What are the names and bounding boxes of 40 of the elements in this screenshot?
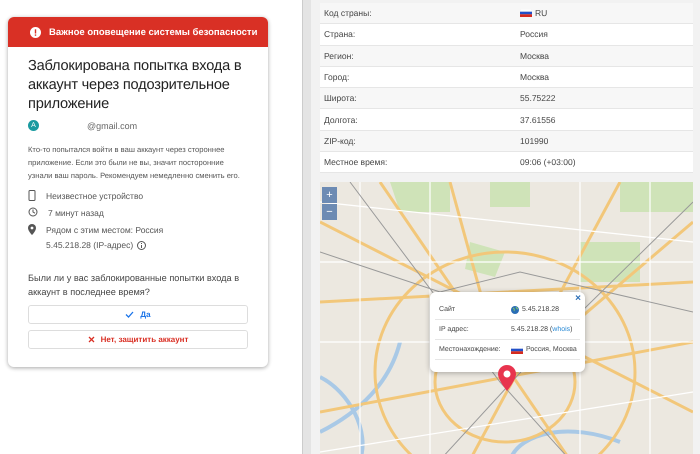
zoom-out-button[interactable]: − [322,204,337,220]
russia-flag-icon [511,346,523,354]
detail-text: Неизвестное устройство [46,190,144,202]
table-value: 55.75222 [520,93,556,104]
globe-icon [511,306,519,314]
clock-icon [28,207,38,217]
location-pin-icon [28,224,36,235]
close-icon [88,336,95,343]
table-value: 37.61556 [520,114,556,125]
check-icon [125,311,134,318]
table-value: 09:06 (+03:00) [520,157,576,168]
info-icon[interactable] [137,240,146,250]
table-label: Регион: [324,50,355,61]
map-pin-icon [498,365,516,392]
detail-text: Рядом с этим местом: Россия [46,224,164,236]
table-value: Россия [520,29,548,40]
alert-icon [30,26,41,38]
phone-icon [28,190,36,201]
table-label: Долгота: [324,114,359,125]
table-label: Страна: [324,29,356,40]
table-value: RU [535,8,548,18]
russia-flag-icon [520,9,532,18]
table-label: Широта: [324,93,358,104]
detail-text: 7 минут назад [48,207,104,219]
ip-address-text: 5.45.218.28 (IP-адрес) [46,239,134,251]
alert-question: Были ли у вас заблокированные попытки входа в аккаунт в последнее время? [28,272,240,299]
alert-header-title: Важное оповещение системы безопасности [49,26,258,38]
alert-title: Заблокирована попытка входа в аккаунт через подозрительное приложение [28,57,242,114]
zoom-in-button[interactable]: + [322,187,337,204]
table-label: ZIP-код: [324,136,357,146]
table-value: Москва [520,50,550,61]
table-value: Москва [520,72,550,82]
account-email: @gmail.com [87,120,138,130]
table-label: Город: [324,72,350,82]
yes-button[interactable]: Да [28,305,248,324]
table-label: Код страны: [324,8,373,18]
close-button[interactable]: × [575,293,581,304]
protect-account-button[interactable]: Нет, защитить аккаунт [28,330,248,349]
table-label: Местное время: [324,157,388,168]
table-value: 101990 [520,136,548,146]
